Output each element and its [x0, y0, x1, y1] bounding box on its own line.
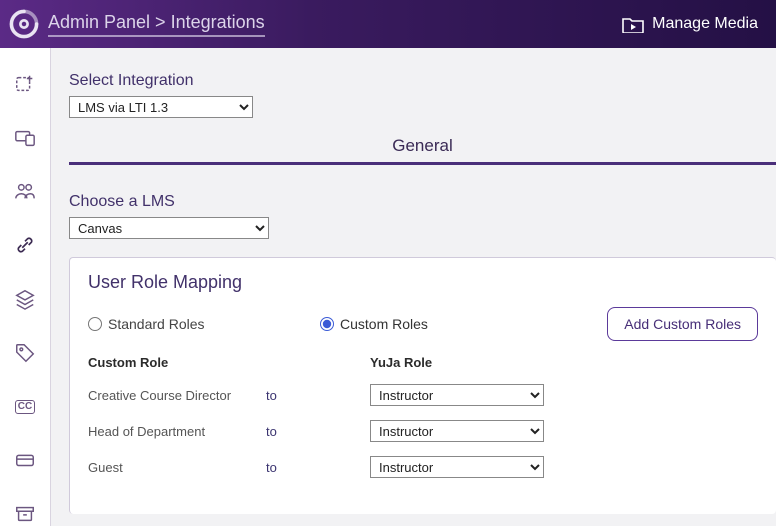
col-custom-role: Custom Role — [88, 355, 266, 370]
radio-custom-roles[interactable]: Custom Roles — [320, 316, 428, 332]
custom-role-name: Creative Course Director — [88, 388, 266, 403]
archive-icon[interactable] — [13, 502, 37, 526]
brand-logo — [6, 6, 42, 42]
devices-icon[interactable] — [13, 126, 37, 150]
radio-standard-label: Standard Roles — [108, 316, 205, 332]
role-map-row: Head of Department to Instructor — [88, 420, 758, 442]
integrations-icon[interactable] — [13, 233, 37, 257]
integration-select[interactable]: LMS via LTI 1.3 — [69, 96, 253, 118]
to-label: to — [266, 460, 370, 475]
breadcrumb[interactable]: Admin Panel > Integrations — [48, 12, 265, 37]
role-mapping-title: User Role Mapping — [88, 272, 758, 293]
app-header: Admin Panel > Integrations Manage Media — [0, 0, 776, 48]
layers-icon[interactable] — [13, 287, 37, 311]
billing-icon[interactable] — [13, 448, 37, 472]
captions-icon[interactable]: CC — [13, 395, 37, 419]
yuja-role-select[interactable]: Instructor — [370, 384, 544, 406]
yuja-role-select[interactable]: Instructor — [370, 420, 544, 442]
custom-role-name: Head of Department — [88, 424, 266, 439]
select-integration-label: Select Integration — [69, 72, 776, 90]
lms-select[interactable]: Canvas — [69, 217, 269, 239]
tag-icon[interactable] — [13, 341, 37, 365]
users-icon[interactable] — [13, 180, 37, 204]
media-folder-icon — [622, 15, 644, 33]
tab-underline — [69, 162, 776, 165]
radio-custom-input[interactable] — [320, 317, 334, 331]
tab-general[interactable]: General — [69, 136, 776, 162]
sidebar: CC — [0, 48, 50, 526]
role-map-row: Creative Course Director to Instructor — [88, 384, 758, 406]
radio-custom-label: Custom Roles — [340, 316, 428, 332]
choose-lms-label: Choose a LMS — [69, 193, 776, 211]
role-mapping-panel: User Role Mapping Standard Roles Custom … — [69, 257, 776, 514]
role-columns-header: Custom Role YuJa Role — [88, 355, 758, 370]
upload-icon[interactable] — [13, 72, 37, 96]
main-content: Select Integration LMS via LTI 1.3 Gener… — [50, 48, 776, 526]
tab-bar: General — [69, 136, 776, 165]
radio-standard-roles[interactable]: Standard Roles — [88, 316, 320, 332]
col-yuja-role: YuJa Role — [370, 355, 432, 370]
to-label: to — [266, 388, 370, 403]
yuja-role-select[interactable]: Instructor — [370, 456, 544, 478]
swirl-icon — [6, 6, 42, 42]
to-label: to — [266, 424, 370, 439]
manage-media-link[interactable]: Manage Media — [622, 15, 758, 33]
add-custom-roles-button[interactable]: Add Custom Roles — [607, 307, 758, 341]
radio-standard-input[interactable] — [88, 317, 102, 331]
custom-role-name: Guest — [88, 460, 266, 475]
role-map-row: Guest to Instructor — [88, 456, 758, 478]
manage-media-label: Manage Media — [652, 15, 758, 33]
